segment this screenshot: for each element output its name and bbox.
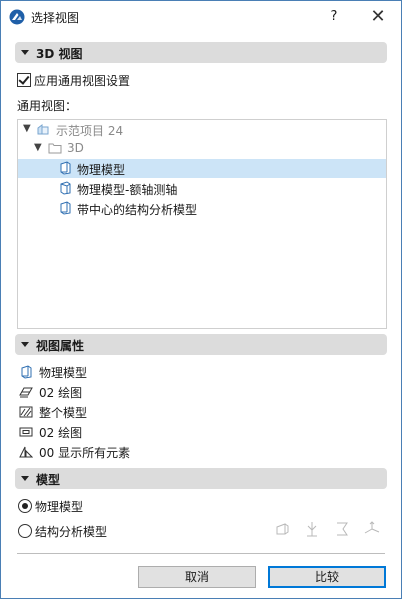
- section-label: 视图属性: [36, 339, 85, 353]
- property-label: 02 绘图: [39, 426, 83, 440]
- section-3d-views[interactable]: 3D 视图: [15, 42, 387, 63]
- renovation-filter-icon: [19, 446, 33, 458]
- physical-model-radio[interactable]: [18, 499, 32, 513]
- radio-label: 物理模型: [35, 500, 84, 514]
- structural-model-radio[interactable]: [18, 524, 32, 538]
- folder-icon: [48, 143, 62, 154]
- property-label: 物理模型: [39, 366, 88, 380]
- load-icon[interactable]: [333, 520, 351, 538]
- property-label: 00 显示所有元素: [39, 446, 131, 460]
- tree-row-folder[interactable]: ▼ 3D: [18, 139, 386, 158]
- section-label: 3D 视图: [36, 47, 83, 61]
- tree-item-view[interactable]: 带中心的结构分析模型: [18, 199, 386, 218]
- apply-general-settings-checkbox[interactable]: [17, 73, 31, 87]
- property-label: 整个模型: [39, 406, 88, 420]
- divider: [17, 553, 385, 554]
- expand-arrow-icon[interactable]: ▼: [23, 123, 31, 134]
- select-view-dialog: 选择视图 ? ✕ 3D 视图 应用通用视图设置 通用视图： ▼ 示范项目 24 …: [0, 0, 402, 599]
- collapse-triangle-icon: [21, 50, 29, 55]
- cancel-button[interactable]: 取消: [138, 566, 256, 588]
- help-button[interactable]: ?: [323, 7, 345, 27]
- view-tree[interactable]: ▼ 示范项目 24 ▼ 3D 物理模型 物理模型-额轴测轴 带中心的结构分析模型: [17, 119, 387, 329]
- general-views-label: 通用视图：: [17, 99, 78, 113]
- property-label: 02 绘图: [39, 386, 83, 400]
- tree-item-label: 物理模型: [77, 163, 126, 177]
- window-title: 选择视图: [31, 11, 80, 25]
- graphic-override-icon: [19, 427, 33, 437]
- compare-button[interactable]: 比较: [268, 566, 386, 588]
- analytical-axes-icon[interactable]: [363, 520, 381, 538]
- tree-project-label: 示范项目 24: [56, 124, 124, 138]
- apply-general-settings-label: 应用通用视图设置: [34, 74, 131, 88]
- 3d-view-icon: [60, 181, 71, 195]
- close-button[interactable]: ✕: [367, 6, 389, 28]
- archicad-icon: [9, 9, 25, 25]
- collapse-triangle-icon: [21, 476, 29, 481]
- tree-item-label: 物理模型-额轴测轴: [77, 183, 178, 197]
- structural-member-icon[interactable]: [273, 520, 291, 538]
- section-model[interactable]: 模型: [15, 468, 387, 489]
- tree-item-label: 带中心的结构分析模型: [77, 203, 198, 217]
- title-bar: 选择视图 ? ✕: [1, 1, 401, 33]
- collapse-triangle-icon: [21, 342, 29, 347]
- project-icon: [37, 124, 49, 135]
- section-label: 模型: [36, 473, 61, 487]
- tree-item-view[interactable]: 物理模型-额轴测轴: [18, 179, 386, 198]
- expand-arrow-icon[interactable]: ▼: [34, 142, 42, 153]
- section-view-properties[interactable]: 视图属性: [15, 334, 387, 355]
- tree-row-project[interactable]: ▼ 示范项目 24: [18, 120, 386, 139]
- radio-label: 结构分析模型: [35, 525, 108, 539]
- tree-folder-label: 3D: [67, 141, 84, 155]
- 3d-view-icon: [60, 161, 71, 175]
- pen-set-icon: [19, 387, 33, 398]
- support-icon[interactable]: [303, 520, 321, 538]
- 3d-view-icon: [60, 201, 71, 215]
- tree-item-view[interactable]: 物理模型: [18, 159, 386, 178]
- model-view-icon: [19, 406, 33, 418]
- physical-model-icon: [21, 365, 32, 379]
